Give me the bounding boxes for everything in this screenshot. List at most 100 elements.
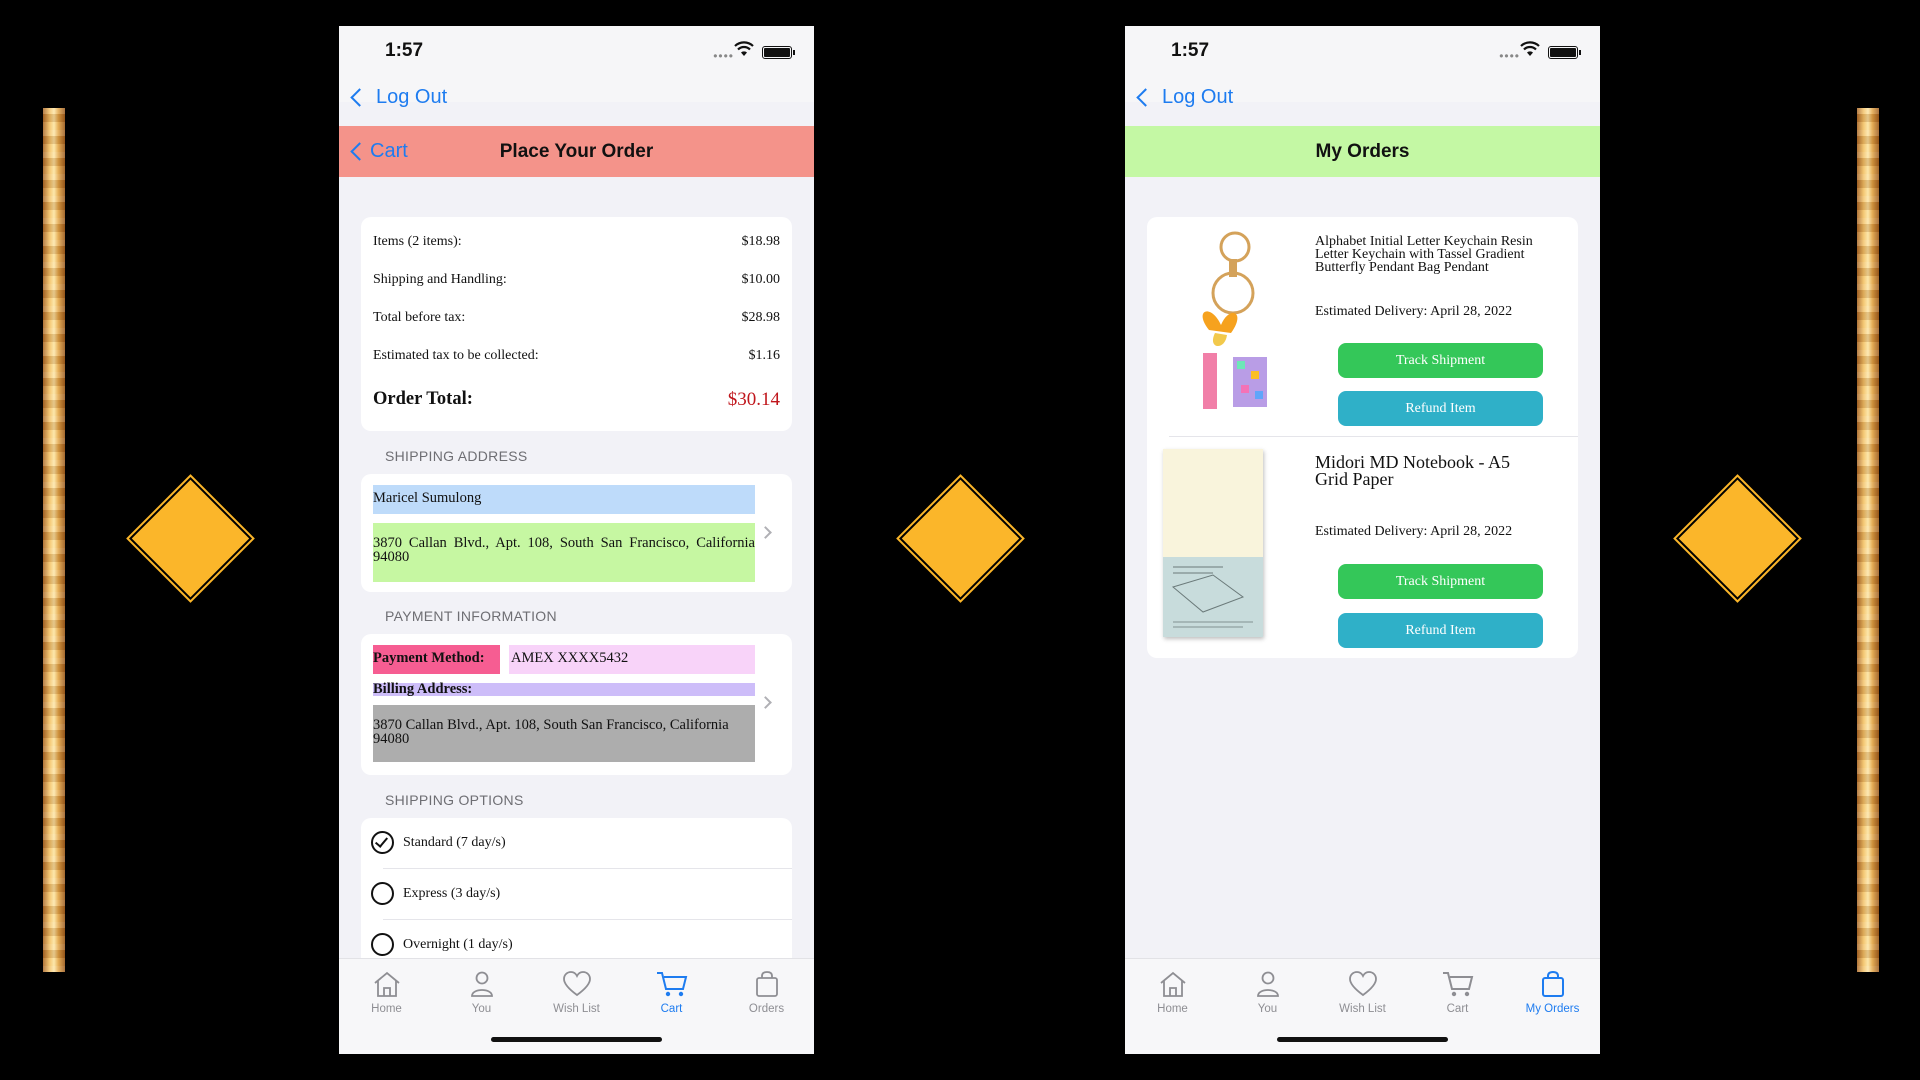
summary-value: $18.98 bbox=[741, 234, 781, 249]
order-title: Alphabet Initial Letter Keychain Resin L… bbox=[1315, 234, 1533, 275]
log-out-label: Log Out bbox=[1162, 86, 1234, 108]
tab-cart[interactable]: Cart bbox=[624, 965, 719, 1015]
navbar: My Orders bbox=[1125, 126, 1600, 177]
billing-address-label: Billing Address: bbox=[373, 682, 755, 696]
home-indicator bbox=[1277, 1037, 1448, 1042]
diamond-right bbox=[1675, 476, 1800, 601]
shipping-name: Maricel Sumulong bbox=[373, 485, 755, 514]
summary-label: Shipping and Handling: bbox=[373, 272, 507, 287]
tab-label: Home bbox=[1157, 1003, 1188, 1015]
refund-item-button[interactable]: Refund Item bbox=[1338, 391, 1543, 426]
phone-my-orders: 1:57 •••• Log Out My Orders Alphabet Ini… bbox=[1125, 26, 1600, 1054]
shipping-option-standard[interactable]: Standard (7 day/s) bbox=[361, 818, 792, 868]
bag-icon bbox=[719, 965, 814, 1003]
tab-label: Wish List bbox=[553, 1003, 600, 1015]
tab-you[interactable]: You bbox=[434, 965, 529, 1015]
tab-wish-list[interactable]: Wish List bbox=[529, 965, 624, 1015]
battery-icon bbox=[762, 46, 795, 59]
summary-value: $28.98 bbox=[741, 310, 781, 325]
chevron-left-icon bbox=[350, 142, 369, 161]
page-title: My Orders bbox=[1315, 140, 1410, 162]
cart-icon bbox=[1410, 965, 1505, 1003]
cart-icon bbox=[624, 965, 719, 1003]
product-image-keychain bbox=[1163, 225, 1288, 425]
billing-address: 3870 Callan Blvd., Apt. 108, South San F… bbox=[373, 705, 755, 762]
tab-my-orders[interactable]: My Orders bbox=[1505, 965, 1600, 1015]
order-total-value: $30.14 bbox=[727, 389, 780, 410]
log-out-button[interactable]: Log Out bbox=[1136, 86, 1234, 109]
summary-value: $10.00 bbox=[741, 272, 781, 287]
home-indicator bbox=[491, 1037, 662, 1042]
tab-cart[interactable]: Cart bbox=[1410, 965, 1505, 1015]
radio-empty-icon bbox=[371, 882, 394, 905]
summary-value: $1.16 bbox=[748, 348, 781, 363]
person-icon bbox=[434, 965, 529, 1003]
tab-orders[interactable]: Orders bbox=[719, 965, 814, 1015]
payment-card[interactable]: Payment Method: AMEX XXXX5432 Billing Ad… bbox=[361, 634, 792, 775]
payment-info-header: PAYMENT INFORMATION bbox=[385, 608, 557, 624]
cart-back-button[interactable]: Cart bbox=[350, 140, 408, 163]
tab-label: You bbox=[471, 1003, 492, 1015]
shipping-address-header: SHIPPING ADDRESS bbox=[385, 448, 528, 464]
tab-you[interactable]: You bbox=[1220, 965, 1315, 1015]
summary-label: Estimated tax to be collected: bbox=[373, 348, 539, 363]
option-label: Standard (7 day/s) bbox=[403, 835, 506, 850]
track-shipment-button[interactable]: Track Shipment bbox=[1338, 343, 1543, 378]
order-item: Midori MD Notebook - A5 Grid Paper Estim… bbox=[1147, 437, 1578, 657]
order-summary-card: Items (2 items): $18.98 Shipping and Han… bbox=[361, 217, 792, 431]
order-title: Midori MD Notebook - A5 Grid Paper bbox=[1315, 452, 1510, 489]
radio-checked-icon bbox=[371, 831, 394, 854]
shipping-options-card: Standard (7 day/s) Express (3 day/s) Ove… bbox=[361, 818, 792, 968]
radio-empty-icon bbox=[371, 933, 394, 956]
chevron-left-icon bbox=[1136, 88, 1155, 107]
wifi-icon bbox=[734, 41, 754, 62]
summary-row: Estimated tax to be collected: $1.16 bbox=[373, 348, 780, 364]
tab-label: My Orders bbox=[1525, 1003, 1580, 1015]
track-shipment-button[interactable]: Track Shipment bbox=[1338, 564, 1543, 599]
chevron-right-icon bbox=[759, 696, 772, 709]
bag-icon bbox=[1505, 965, 1600, 1003]
phone-place-order: 1:57 •••• Log Out Cart Place Your Order … bbox=[339, 26, 814, 1054]
summary-row: Total before tax: $28.98 bbox=[373, 310, 780, 326]
tab-label: Cart bbox=[1446, 1003, 1469, 1015]
signal-icon: •••• bbox=[1499, 49, 1520, 63]
tab-label: Wish List bbox=[1339, 1003, 1386, 1015]
shipping-option-express[interactable]: Express (3 day/s) bbox=[361, 869, 792, 919]
refund-item-button[interactable]: Refund Item bbox=[1338, 613, 1543, 648]
log-out-button[interactable]: Log Out bbox=[350, 86, 448, 109]
orders-card: Alphabet Initial Letter Keychain Resin L… bbox=[1147, 217, 1578, 658]
summary-label: Items (2 items): bbox=[373, 234, 462, 249]
summary-row: Items (2 items): $18.98 bbox=[373, 234, 780, 250]
diamond-left bbox=[128, 476, 253, 601]
option-label: Express (3 day/s) bbox=[403, 886, 501, 901]
order-delivery: Estimated Delivery: April 28, 2022 bbox=[1315, 304, 1513, 319]
tab-home[interactable]: Home bbox=[1125, 965, 1220, 1015]
shipping-options-header: SHIPPING OPTIONS bbox=[385, 792, 524, 808]
product-image-notebook bbox=[1163, 449, 1263, 637]
cart-back-label: Cart bbox=[370, 140, 408, 162]
person-icon bbox=[1220, 965, 1315, 1003]
order-item: Alphabet Initial Letter Keychain Resin L… bbox=[1147, 217, 1578, 437]
tab-label: Orders bbox=[748, 1003, 785, 1015]
heart-icon bbox=[1315, 965, 1410, 1003]
battery-icon bbox=[1548, 46, 1581, 59]
diamond-center bbox=[898, 476, 1023, 601]
shipping-address: 3870 Callan Blvd., Apt. 108, South San F… bbox=[373, 523, 755, 582]
tab-label: You bbox=[1257, 1003, 1278, 1015]
gold-bar-left bbox=[43, 108, 65, 972]
tab-home[interactable]: Home bbox=[339, 965, 434, 1015]
payment-method-value: AMEX XXXX5432 bbox=[509, 645, 755, 674]
house-icon bbox=[339, 965, 434, 1003]
tab-wish-list[interactable]: Wish List bbox=[1315, 965, 1410, 1015]
navbar: Cart Place Your Order bbox=[339, 126, 814, 177]
page-title: Place Your Order bbox=[499, 140, 654, 162]
summary-row: Shipping and Handling: $10.00 bbox=[373, 272, 780, 288]
gold-bar-right bbox=[1857, 108, 1879, 972]
status-time: 1:57 bbox=[385, 40, 424, 61]
tab-label: Cart bbox=[660, 1003, 683, 1015]
option-label: Overnight (1 day/s) bbox=[403, 937, 513, 952]
log-out-label: Log Out bbox=[376, 86, 448, 108]
wifi-icon bbox=[1520, 41, 1540, 62]
chevron-right-icon bbox=[759, 526, 772, 539]
shipping-address-card[interactable]: Maricel Sumulong 3870 Callan Blvd., Apt.… bbox=[361, 474, 792, 592]
